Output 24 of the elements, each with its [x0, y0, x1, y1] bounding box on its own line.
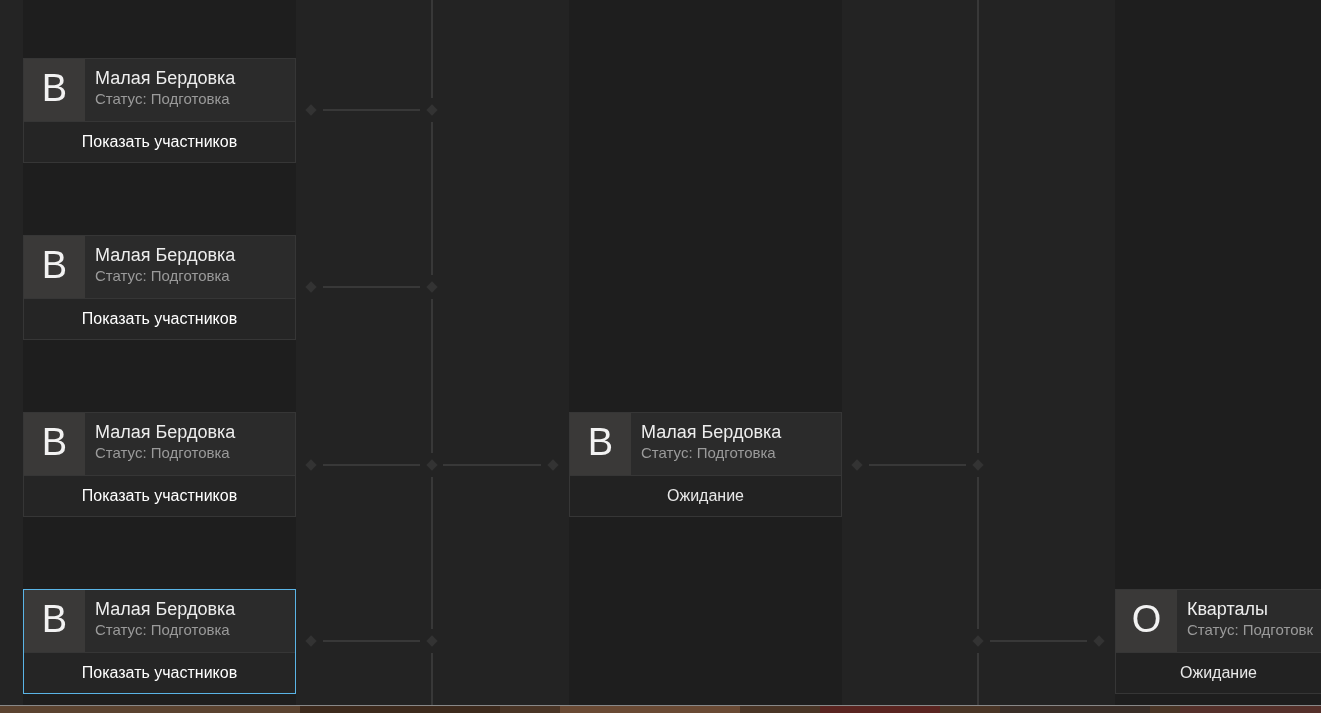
match-card[interactable]: В Малая Бердовка Статус: Подготовка Показать участников — [23, 412, 296, 517]
team-status: Статус: Подготовка — [95, 266, 231, 284]
team-status: Статус: Подготовка — [95, 89, 231, 107]
match-card[interactable]: В Малая Бердовка Статус: Подготовка Показать участников — [23, 58, 296, 163]
match-card[interactable]: В Малая Бердовка Статус: Подготовка Ожидание — [569, 412, 842, 517]
match-card[interactable]: О Кварталы Статус: Подготовк Ожидание — [1115, 589, 1321, 694]
team-status: Статус: Подготовка — [641, 443, 777, 461]
team-letter: О — [1116, 590, 1177, 652]
team-letter: В — [24, 590, 85, 652]
team-name: Малая Бердовка — [95, 421, 236, 443]
team-letter: В — [24, 59, 85, 121]
team-letter: В — [570, 413, 631, 475]
team-status: Статус: Подготовка — [95, 443, 231, 461]
team-name: Малая Бердовка — [95, 244, 236, 266]
team-status: Статус: Подготовк — [1187, 620, 1314, 638]
match-card[interactable]: В Малая Бердовка Статус: Подготовка Показать участников — [23, 589, 296, 694]
team-name: Малая Бердовка — [95, 67, 236, 89]
team-name: Малая Бердовка — [95, 598, 236, 620]
team-letter: В — [24, 236, 85, 298]
team-name: Малая Бердовка — [641, 421, 782, 443]
team-name: Кварталы — [1187, 598, 1269, 620]
team-status: Статус: Подготовка — [95, 620, 231, 638]
match-card[interactable]: В Малая Бердовка Статус: Подготовка Показать участников — [23, 235, 296, 340]
team-letter: В — [24, 413, 85, 475]
